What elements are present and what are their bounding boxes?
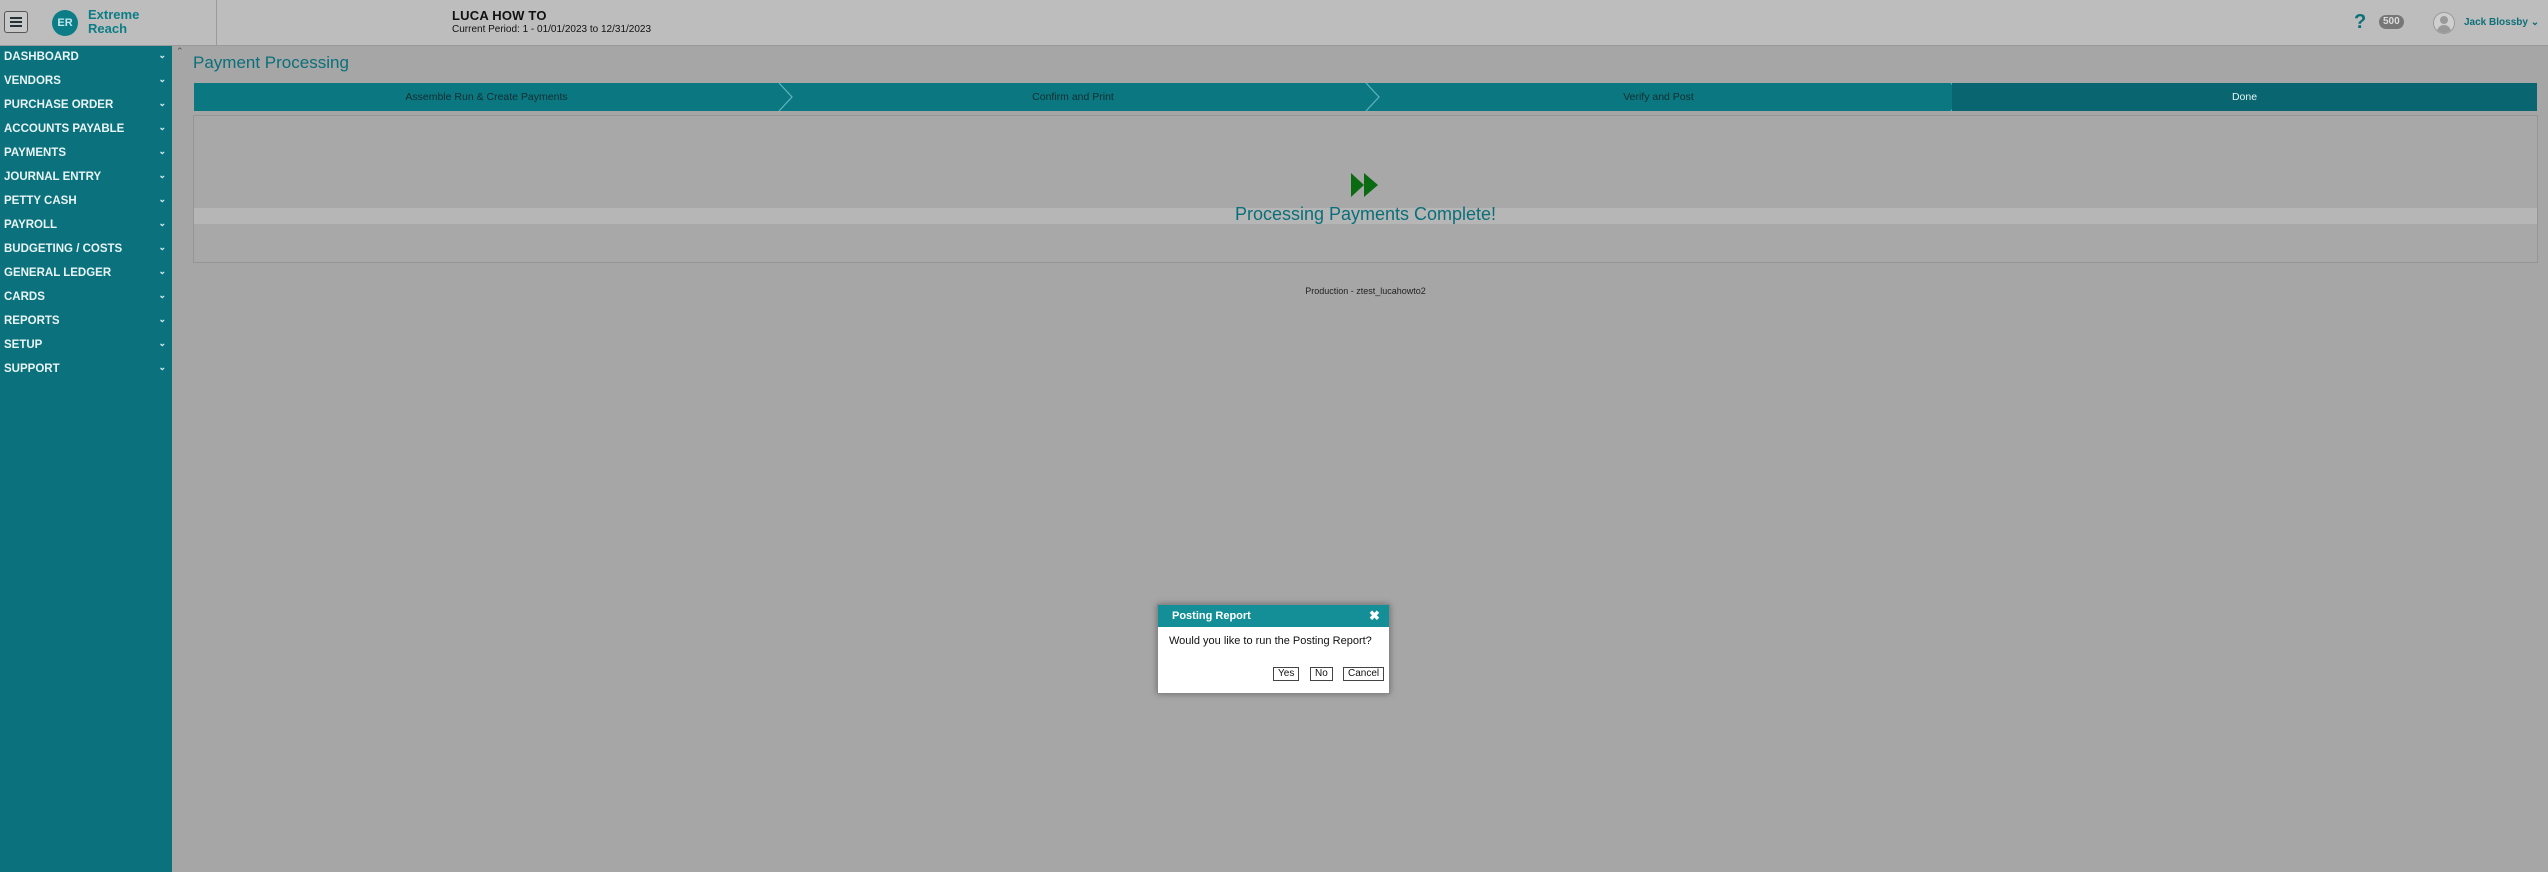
notification-count-badge[interactable]: 500 — [2379, 15, 2404, 29]
sidebar-item-label: CARDS — [4, 291, 45, 303]
user-menu[interactable]: Jack Blossby ⌄ — [2464, 17, 2539, 28]
no-button[interactable]: No — [1310, 667, 1333, 681]
dialog-message: Would you like to run the Posting Report… — [1169, 635, 1372, 647]
sidebar-item-label: PURCHASE ORDER — [4, 99, 114, 111]
dialog-title: Posting Report — [1172, 610, 1251, 622]
logo-mark: ER — [52, 10, 78, 36]
sidebar-item-label: GENERAL LEDGER — [4, 267, 112, 279]
sidebar-item-label: PAYROLL — [4, 219, 58, 231]
sidebar-nav: DASHBOARD ⌄ VENDORS ⌄ PURCHASE ORDER ⌄ ACCOUNT… — [0, 46, 172, 872]
sidebar-item-payroll[interactable]: PAYROLL ⌄ — [0, 214, 172, 238]
sidebar-item-support[interactable]: SUPPORT ⌄ — [0, 358, 172, 382]
wizard-steps: Assemble Run & Create Payments Confirm a… — [194, 83, 2537, 111]
collapse-sidebar-icon[interactable]: ⌃ — [176, 46, 184, 57]
sidebar-item-purchase-order[interactable]: PURCHASE ORDER ⌄ — [0, 94, 172, 118]
chevron-down-icon: ⌄ — [158, 98, 166, 108]
chevron-down-icon: ⌄ — [158, 266, 166, 276]
sidebar-item-label: DASHBOARD — [4, 51, 79, 63]
chevron-down-icon: ⌄ — [158, 122, 166, 132]
sidebar-item-label: ACCOUNTS PAYABLE — [4, 123, 125, 135]
current-period: Current Period: 1 - 01/01/2023 to 12/31/… — [452, 24, 652, 35]
sidebar-item-label: SUPPORT — [4, 363, 60, 375]
page-title: Payment Processing — [193, 53, 349, 72]
logo[interactable]: ER Extreme Reach — [52, 8, 152, 38]
sidebar-item-vendors[interactable]: VENDORS ⌄ — [0, 70, 172, 94]
step-assemble-run: Assemble Run & Create Payments — [405, 91, 568, 103]
logo-line-2: Reach — [88, 21, 128, 36]
user-name: Jack Blossby — [2464, 17, 2528, 28]
sidebar-item-label: PAYMENTS — [4, 147, 66, 159]
chevron-down-icon: ⌄ — [158, 290, 166, 300]
complete-message: Processing Payments Complete! — [1234, 204, 1497, 224]
step-confirm-print: Confirm and Print — [1032, 91, 1114, 103]
sidebar-item-petty-cash[interactable]: PETTY CASH ⌄ — [0, 190, 172, 214]
chevron-down-icon: ⌄ — [158, 218, 166, 228]
app-header: ER Extreme Reach LUCA HOW TO Current Per… — [0, 0, 2548, 46]
chevron-down-icon: ⌄ — [158, 170, 166, 180]
chevron-down-icon: ⌄ — [158, 338, 166, 348]
logo-text: Extreme Reach — [88, 8, 139, 36]
sidebar-item-label: PETTY CASH — [4, 195, 77, 207]
sidebar-item-label: REPORTS — [4, 315, 60, 327]
sidebar-item-accounts-payable[interactable]: ACCOUNTS PAYABLE ⌄ — [0, 118, 172, 142]
logo-line-1: Extreme — [88, 7, 140, 22]
sidebar-item-setup[interactable]: SETUP ⌄ — [0, 334, 172, 358]
chevron-down-icon: ⌄ — [158, 194, 166, 204]
sidebar-item-general-ledger[interactable]: GENERAL LEDGER ⌄ — [0, 262, 172, 286]
cancel-button[interactable]: Cancel — [1343, 667, 1385, 681]
sidebar-item-budgeting-costs[interactable]: BUDGETING / COSTS ⌄ — [0, 238, 172, 262]
sidebar-item-cards[interactable]: CARDS ⌄ — [0, 286, 172, 310]
company-name: LUCA HOW TO — [452, 8, 547, 23]
chevron-down-icon: ⌄ — [158, 146, 166, 156]
header-divider — [216, 0, 217, 46]
sidebar-item-payments[interactable]: PAYMENTS ⌄ — [0, 142, 172, 166]
sidebar-item-journal-entry[interactable]: JOURNAL ENTRY ⌄ — [0, 166, 172, 190]
sidebar-item-label: VENDORS — [4, 75, 61, 87]
environment-label: Production - ztest_lucahowto2 — [1305, 286, 1426, 296]
chevron-down-icon: ⌄ — [2530, 17, 2540, 28]
yes-button[interactable]: Yes — [1273, 667, 1300, 681]
fast-forward-icon — [1351, 173, 1378, 197]
chevron-down-icon: ⌄ — [158, 362, 166, 372]
chevron-down-icon: ⌄ — [158, 50, 166, 60]
sidebar-item-label: BUDGETING / COSTS — [4, 243, 123, 255]
chevron-down-icon: ⌄ — [158, 242, 166, 252]
chevron-down-icon: ⌄ — [158, 74, 166, 84]
help-icon[interactable]: ? — [2354, 12, 2366, 32]
step-verify-post: Verify and Post — [1623, 91, 1694, 103]
avatar[interactable] — [2433, 12, 2455, 34]
sidebar-item-dashboard[interactable]: DASHBOARD ⌄ — [0, 46, 172, 70]
step-done: Done — [1952, 83, 2537, 111]
sidebar-item-label: SETUP — [4, 339, 43, 351]
sidebar-item-label: JOURNAL ENTRY — [4, 171, 102, 183]
menu-toggle-icon[interactable] — [4, 11, 28, 33]
chevron-down-icon: ⌄ — [158, 314, 166, 324]
dialog-header: Posting Report ✖ — [1158, 605, 1389, 627]
close-icon[interactable]: ✖ — [1368, 609, 1381, 622]
posting-report-dialog: Posting Report ✖ Would you like to run t… — [1157, 604, 1390, 694]
sidebar-item-reports[interactable]: REPORTS ⌄ — [0, 310, 172, 334]
